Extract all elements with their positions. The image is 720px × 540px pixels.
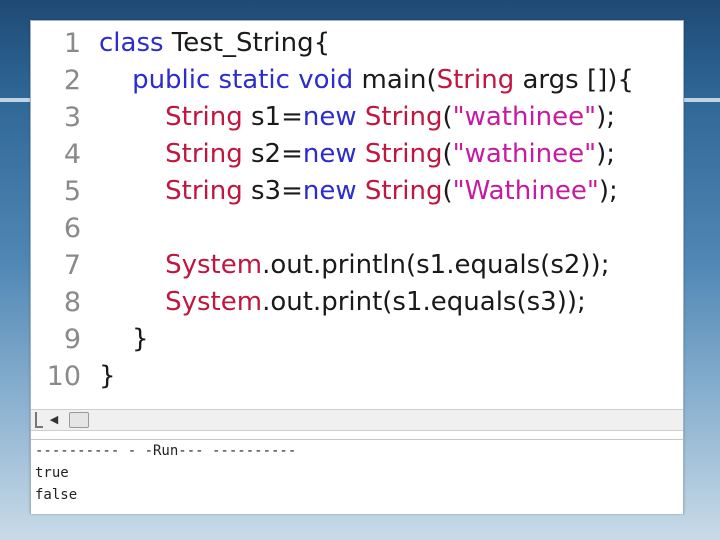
code-line[interactable]: }	[99, 321, 679, 358]
output-line: true	[35, 465, 69, 481]
line-number: 8	[63, 287, 81, 318]
line-number: 4	[63, 139, 81, 170]
code-token: Test_String{	[163, 28, 331, 58]
code-token: }	[99, 324, 149, 354]
code-line[interactable]: String s2=new String("wathinee");	[99, 136, 679, 173]
output-line: false	[35, 487, 78, 503]
line-number: 2	[63, 65, 81, 96]
code-token: .out.println(s1.equals(s2));	[262, 250, 610, 280]
line-number: 3	[63, 102, 81, 133]
line-number: 5	[63, 176, 81, 207]
code-token: "wathinee"	[452, 102, 597, 132]
code-token: .out.print(s1.equals(s3));	[262, 287, 586, 317]
code-token: new	[302, 102, 357, 132]
code-token: System	[165, 287, 263, 317]
line-number: 10	[46, 361, 81, 392]
code-line[interactable]: System.out.print(s1.equals(s3));	[99, 284, 679, 321]
code-line[interactable]: String s1=new String("wathinee");	[99, 99, 679, 136]
code-token: public static void	[132, 65, 354, 95]
code-area[interactable]: class Test_String{ public static void ma…	[99, 25, 679, 395]
line-number-gutter: 1 2 3 4 5 6 7 8 9 10	[31, 25, 87, 395]
code-token: class	[99, 28, 164, 58]
line-number: 9	[63, 324, 81, 355]
code-line[interactable]: }	[99, 358, 679, 395]
code-line[interactable]: String s3=new String("Wathinee");	[99, 173, 679, 210]
code-token: System	[165, 250, 263, 280]
line-number: 6	[63, 213, 81, 244]
code-line[interactable]	[99, 210, 679, 247]
code-token: (	[442, 176, 453, 206]
code-token: String	[436, 65, 515, 95]
code-token: String	[165, 176, 243, 206]
ide-window: 1 2 3 4 5 6 7 8 9 10 class Test_String{ public st…	[30, 20, 684, 514]
code-token: );	[598, 176, 618, 206]
code-editor[interactable]: 1 2 3 4 5 6 7 8 9 10 class Test_String{ public st…	[31, 21, 683, 409]
code-line[interactable]: System.out.println(s1.equals(s2));	[99, 247, 679, 284]
resize-grip-icon	[35, 412, 43, 428]
code-token: s2=	[242, 139, 303, 169]
code-token: String	[364, 139, 443, 169]
code-token: String	[364, 102, 443, 132]
line-number: 7	[63, 250, 81, 281]
code-token: s3=	[242, 176, 303, 206]
scroll-left-arrow-icon[interactable]: ◀	[45, 411, 63, 429]
code-token: String	[165, 139, 243, 169]
code-token: );	[596, 102, 616, 132]
code-token: "Wathinee"	[452, 176, 599, 206]
code-token: new	[302, 139, 357, 169]
horizontal-scrollbar[interactable]: ◀	[31, 409, 683, 431]
code-token: String	[165, 102, 243, 132]
code-token: new	[302, 176, 357, 206]
code-token: String	[364, 176, 443, 206]
code-token: (	[442, 102, 453, 132]
scrollbar-thumb[interactable]	[69, 412, 89, 428]
code-token: main(	[353, 65, 437, 95]
code-token: );	[596, 139, 616, 169]
output-console: ---------- - -Run--- ---------- true fal…	[31, 439, 683, 514]
code-token: }	[99, 361, 116, 391]
code-line[interactable]: public static void main(String args []){	[99, 62, 679, 99]
code-token: s1=	[242, 102, 303, 132]
line-number: 1	[63, 28, 81, 59]
code-token: "wathinee"	[452, 139, 597, 169]
code-line[interactable]: class Test_String{	[99, 25, 679, 62]
output-header: ---------- - -Run--- ----------	[35, 443, 297, 459]
code-token: args []){	[514, 65, 634, 95]
code-token: (	[442, 139, 453, 169]
